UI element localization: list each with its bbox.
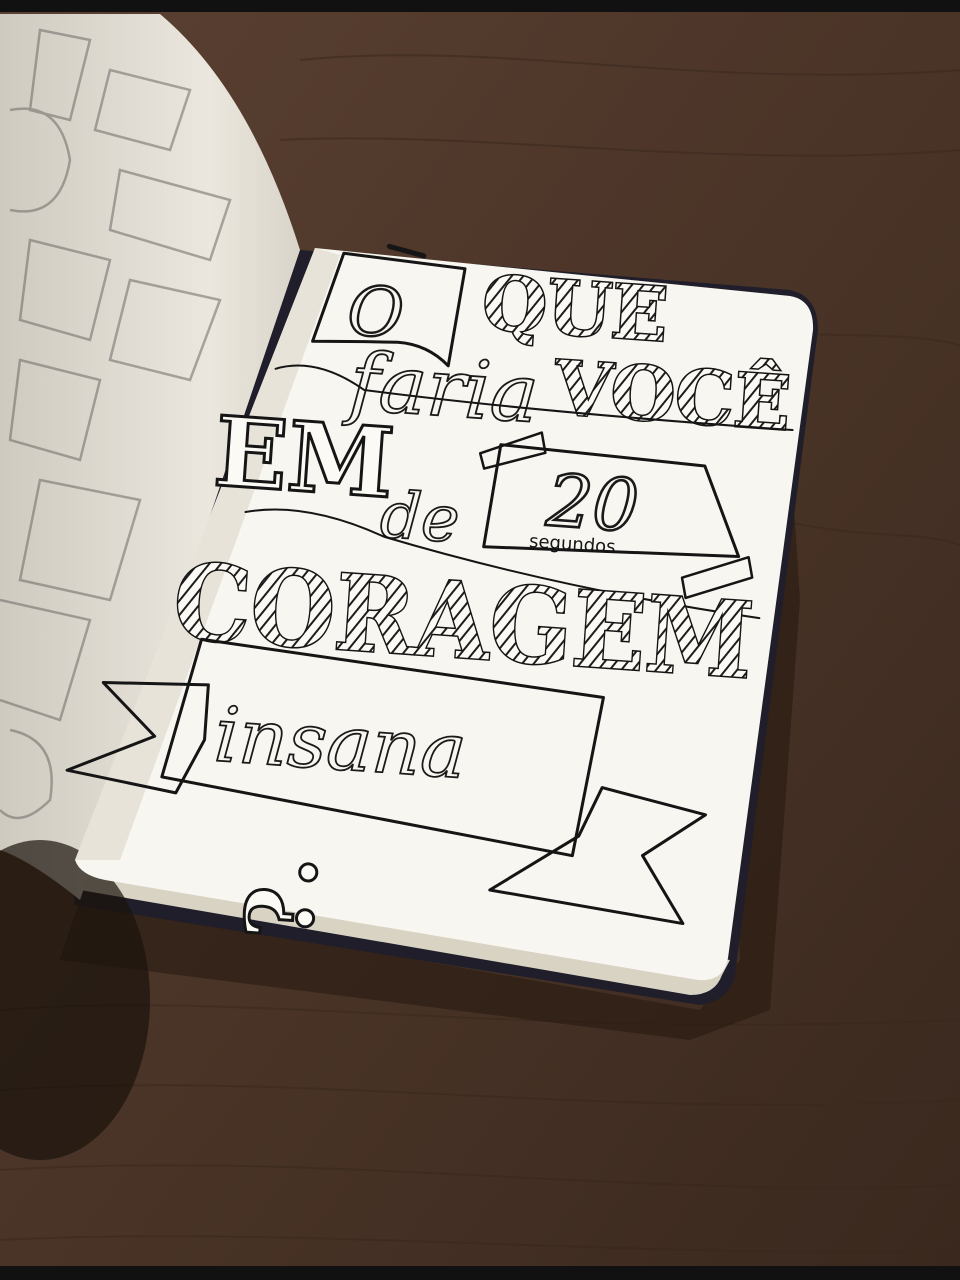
word-que: QUE: [480, 260, 671, 359]
frame-bottom-bar: [0, 1266, 960, 1280]
word-em: EM: [211, 395, 398, 520]
word-voce: VOCÊ: [551, 343, 793, 447]
question-mark: ?.: [225, 851, 339, 944]
frame-top-bar: [0, 0, 960, 12]
photo-scene: O QUE VOCÊ faria EM 20 segundos de CORAG…: [0, 0, 960, 1280]
word-de: de: [378, 479, 462, 558]
word-insana: insana: [212, 690, 469, 796]
